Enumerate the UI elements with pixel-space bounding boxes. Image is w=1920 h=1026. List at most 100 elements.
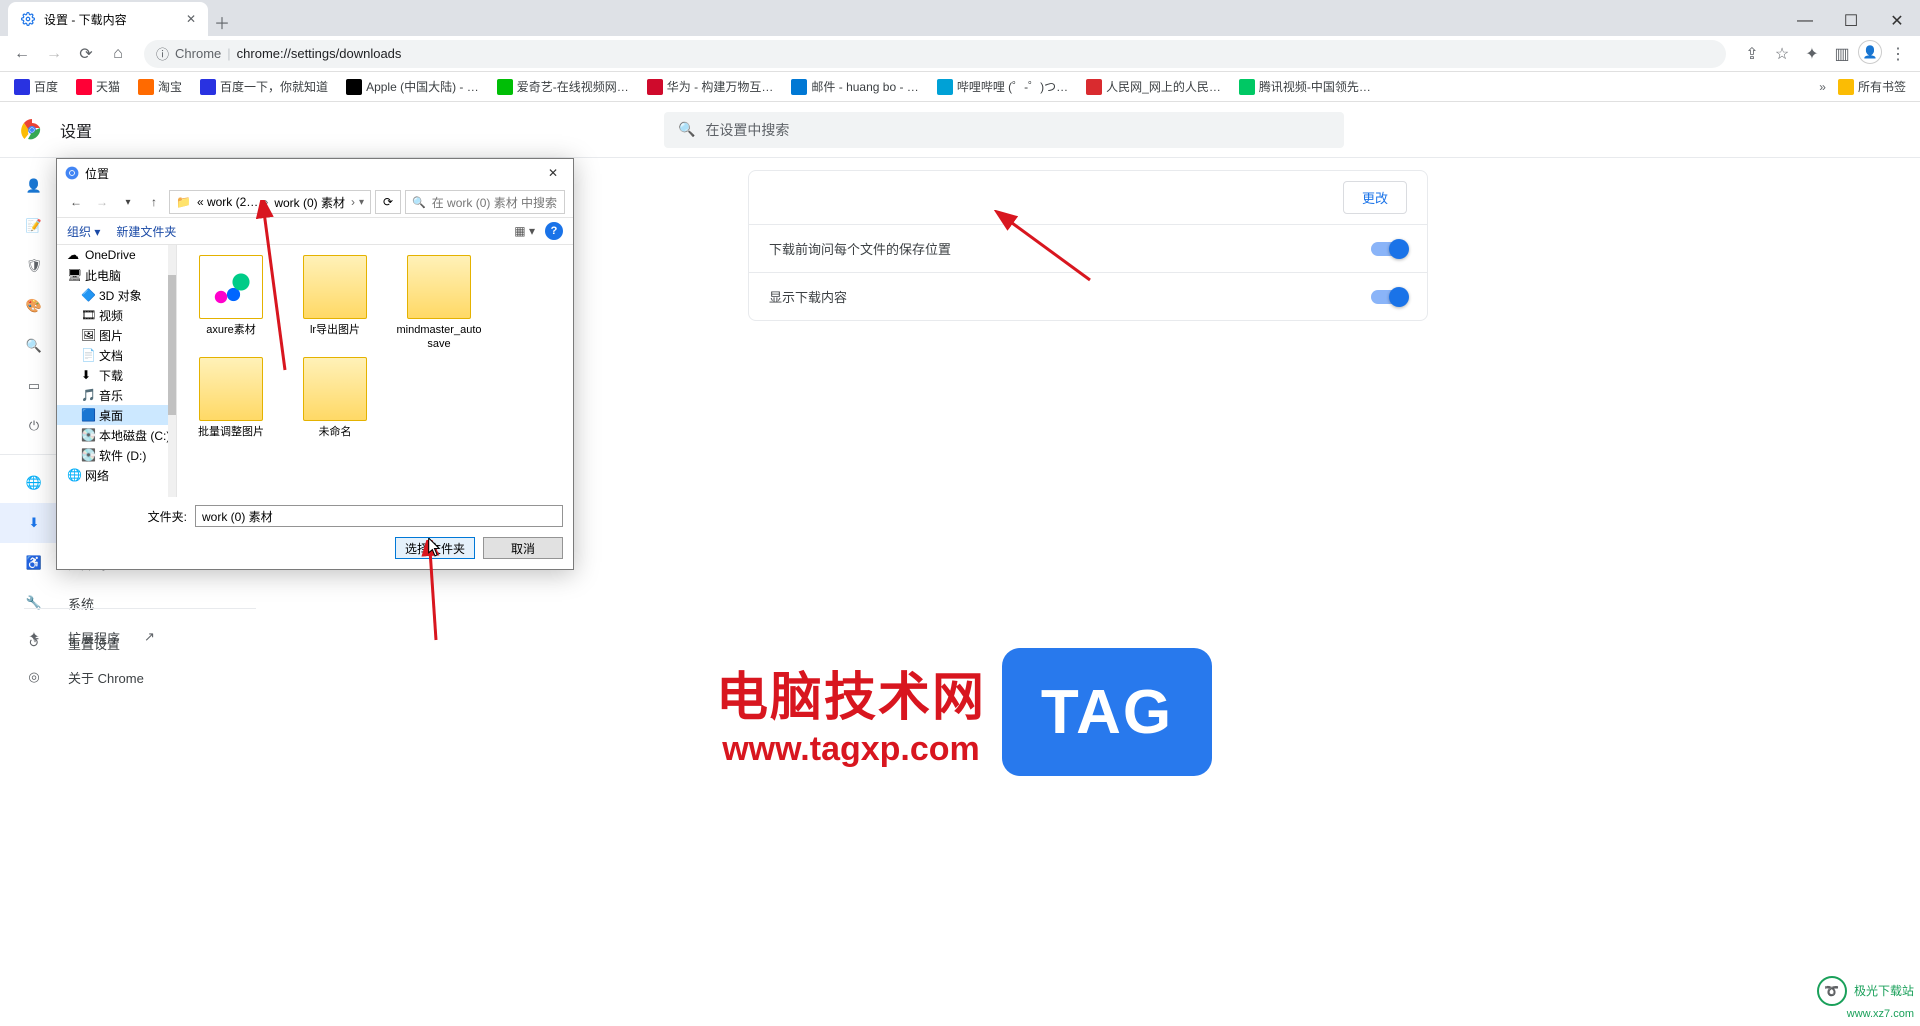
bookmark-item[interactable]: 淘宝 [132,76,188,97]
bookmark-item[interactable]: 哔哩哔哩 (゜-゜)つ… [931,76,1074,97]
dialog-breadcrumb[interactable]: 📁 « work (2… › work (0) 素材 › ▾ [169,190,371,214]
tree-item[interactable]: 🎵音乐 [57,385,176,405]
sidepanel-icon[interactable]: ▥ [1828,40,1856,68]
select-folder-button[interactable]: 选择文件夹 [395,537,475,559]
tree-label: 本地磁盘 (C:) [99,427,170,444]
help-icon[interactable]: ? [545,222,563,240]
about-chrome-link[interactable]: ◎ 关于 Chrome [24,657,256,697]
tree-item[interactable]: ☁OneDrive [57,245,176,265]
crumb-1[interactable]: work (0) 素材 [272,194,347,211]
address-bar[interactable]: ⓘ Chrome | chrome://settings/downloads [144,40,1726,68]
filename-input[interactable] [195,505,563,527]
disk-icon: 💽 [81,428,95,442]
ask-each-time-toggle[interactable] [1371,242,1407,256]
cancel-button[interactable]: 取消 [483,537,563,559]
person-icon: 👤 [24,178,44,194]
bookmark-item[interactable]: 百度 [8,76,64,97]
tree-item[interactable]: 💽 软件 (D:) [57,445,176,465]
folder-label: 未命名 [291,425,379,439]
share-icon[interactable]: ⇪ [1738,40,1766,68]
new-tab-button[interactable]: ＋ [208,8,236,36]
tree-item[interactable]: 🖥此电脑 [57,265,176,285]
dialog-refresh-button[interactable]: ⟳ [375,190,401,214]
bookmark-item[interactable]: 华为 - 构建万物互… [641,76,780,97]
tree-item[interactable]: ⬇下载 [57,365,176,385]
bookmark-label: 腾讯视频-中国领先… [1259,78,1371,95]
tree-item[interactable]: 🎞视频 [57,305,176,325]
close-window-button[interactable]: ✕ [1874,6,1920,36]
tree-label: 软件 (D:) [99,447,146,464]
all-bookmarks-link[interactable]: 所有书签 [1832,76,1912,97]
bookmark-overflow-icon[interactable]: » [1819,80,1826,94]
forward-button[interactable]: → [40,40,68,68]
bookmark-item[interactable]: 天猫 [70,76,126,97]
bookmark-item[interactable]: Apple (中国大陆) - … [340,76,485,97]
tree-item[interactable]: 💽 本地磁盘 (C:) [57,425,176,445]
dialog-back-button[interactable]: ← [65,191,87,213]
home-button[interactable]: ⌂ [104,40,132,68]
dialog-tree[interactable]: ☁OneDrive🖥此电脑🔷3D 对象🎞视频🖼图片📄文档⬇下载🎵音乐🟦桌面 💽 本地… [57,245,177,497]
chrome-small-icon [65,166,79,180]
browser-tab[interactable]: 设置 - 下载内容 ✕ [8,2,208,36]
folder-grid[interactable]: axure素材lr导出图片mindmaster_autosave 批量调整图片 未命… [177,245,573,497]
dialog-close-icon[interactable]: ✕ [541,166,565,180]
back-button[interactable]: ← [8,40,36,68]
tree-scrollbar[interactable] [168,275,176,415]
settings-title: 设置 [60,118,92,142]
settings-search-input[interactable]: 🔍 在设置中搜索 [664,112,1344,148]
extensions-icon[interactable]: ✦ [1798,40,1826,68]
dialog-search-input[interactable]: 🔍 在 work (0) 素材 中搜索 [405,190,565,214]
dialog-up-button[interactable]: ↑ [143,191,165,213]
bookmark-item[interactable]: 百度一下，你就知道 [194,76,334,97]
tree-item[interactable]: 🟦桌面 [57,405,176,425]
extensions-link[interactable]: ✦ 扩展程序 ↗ [24,617,256,657]
crumb-0[interactable]: « work (2… [195,195,260,209]
bookmark-item[interactable]: 爱奇艺-在线视频网… [491,76,635,97]
a11y-icon: ♿ [24,555,44,571]
minimize-button[interactable]: — [1782,6,1828,36]
chrome-logo-icon [20,118,44,142]
folder-label: 批量调整图片 [187,425,275,439]
reload-button[interactable]: ⟳ [72,40,100,68]
site-info-icon[interactable]: ⓘ [156,44,169,63]
tab-close-icon[interactable]: ✕ [186,12,196,26]
bookmark-item[interactable]: 人民网_网上的人民… [1080,76,1227,97]
bookmark-item[interactable]: 腾讯视频-中国领先… [1233,76,1377,97]
tree-item[interactable]: 🔷3D 对象 [57,285,176,305]
tree-label: 网络 [85,467,109,484]
favicon-icon [200,79,216,95]
folder-icon [1838,79,1854,95]
view-mode-dropdown[interactable]: ▦ ▾ [514,224,535,238]
tree-item[interactable]: 🖼图片 [57,325,176,345]
open-pdf-toggle[interactable] [1371,290,1407,304]
folder-item[interactable]: lr导出图片 [291,255,379,351]
organize-dropdown[interactable]: 组织 ▾ [67,223,100,240]
disk-icon: 💽 [81,448,95,462]
downloads-card: 更改 下载前询问每个文件的保存位置 显示下载内容 [748,170,1428,321]
tree-item[interactable]: 📄文档 [57,345,176,365]
lang-icon: 🌐 [24,475,44,491]
image-icon: 🖼 [81,328,95,342]
browser-titlebar: 设置 - 下载内容 ✕ ＋ — ☐ ✕ [0,0,1920,36]
folder-icon [199,357,263,421]
folder-item[interactable]: 批量调整图片 [187,357,275,439]
chevron-down-icon[interactable]: ▾ [117,191,139,213]
profile-avatar-icon[interactable]: 👤 [1858,40,1882,64]
bookmark-item[interactable]: 邮件 - huang bo - … [785,76,924,97]
folder-item[interactable]: axure素材 [187,255,275,351]
dialog-forward-button[interactable]: → [91,191,113,213]
change-location-button[interactable]: 更改 [1343,181,1407,214]
folder-item[interactable]: 未命名 [291,357,379,439]
new-folder-button[interactable]: 新建文件夹 [116,223,176,240]
bookmark-star-icon[interactable]: ☆ [1768,40,1796,68]
maximize-button[interactable]: ☐ [1828,6,1874,36]
crumb-dropdown-icon[interactable]: ▾ [359,197,364,208]
tree-label: 3D 对象 [99,287,142,304]
tree-item[interactable]: 🌐网络 [57,465,176,485]
dialog-title-bar[interactable]: 位置 ✕ [57,159,573,187]
bookmark-label: 百度一下，你就知道 [220,78,328,95]
folder-item[interactable]: mindmaster_autosave [395,255,483,351]
ask-each-time-label: 下载前询问每个文件的保存位置 [769,239,1355,258]
window-controls: — ☐ ✕ [1782,6,1920,36]
menu-icon[interactable]: ⋮ [1884,40,1912,68]
